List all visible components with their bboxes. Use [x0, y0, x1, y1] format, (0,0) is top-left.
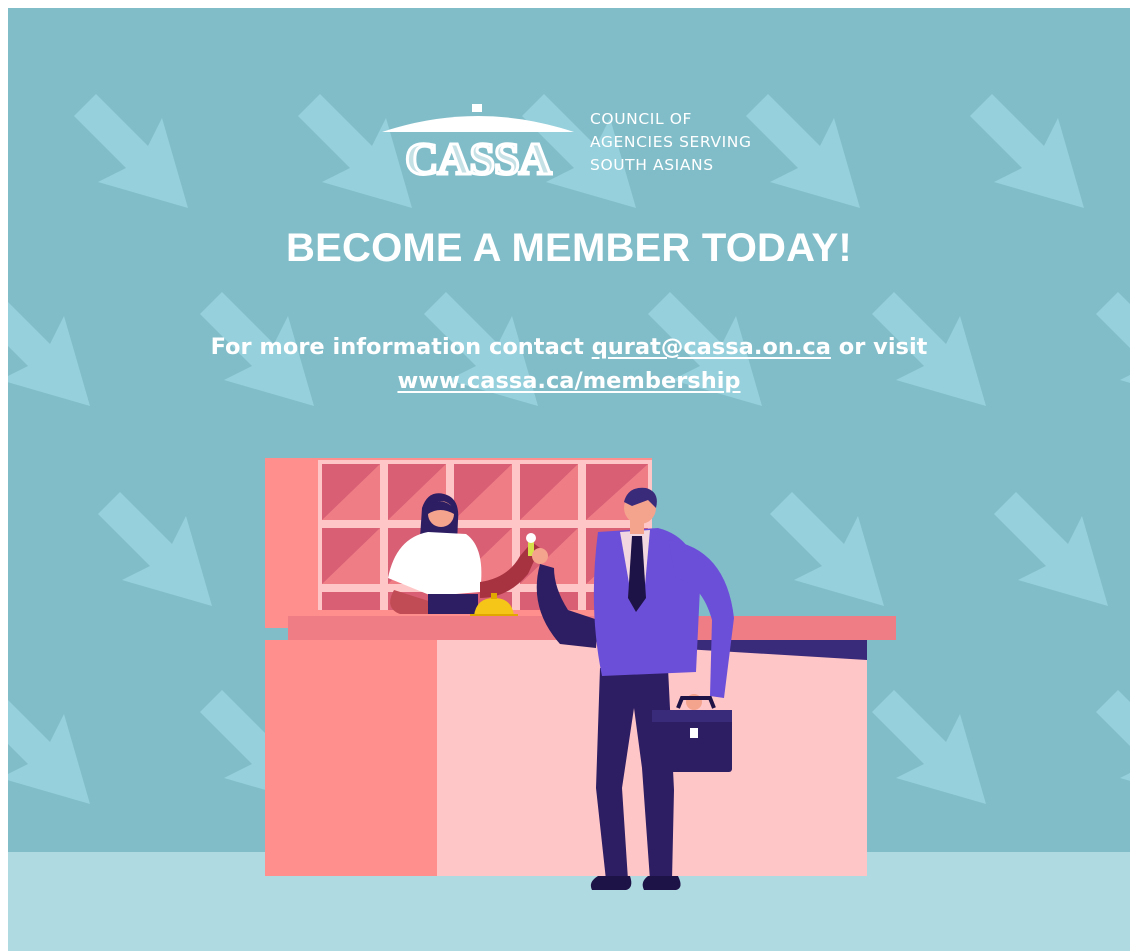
reception-illustration — [265, 458, 896, 890]
desk-side — [265, 640, 437, 876]
membership-poster: CASSA CASSA COUNCIL OF AGENCIES SERVING … — [8, 8, 1130, 951]
